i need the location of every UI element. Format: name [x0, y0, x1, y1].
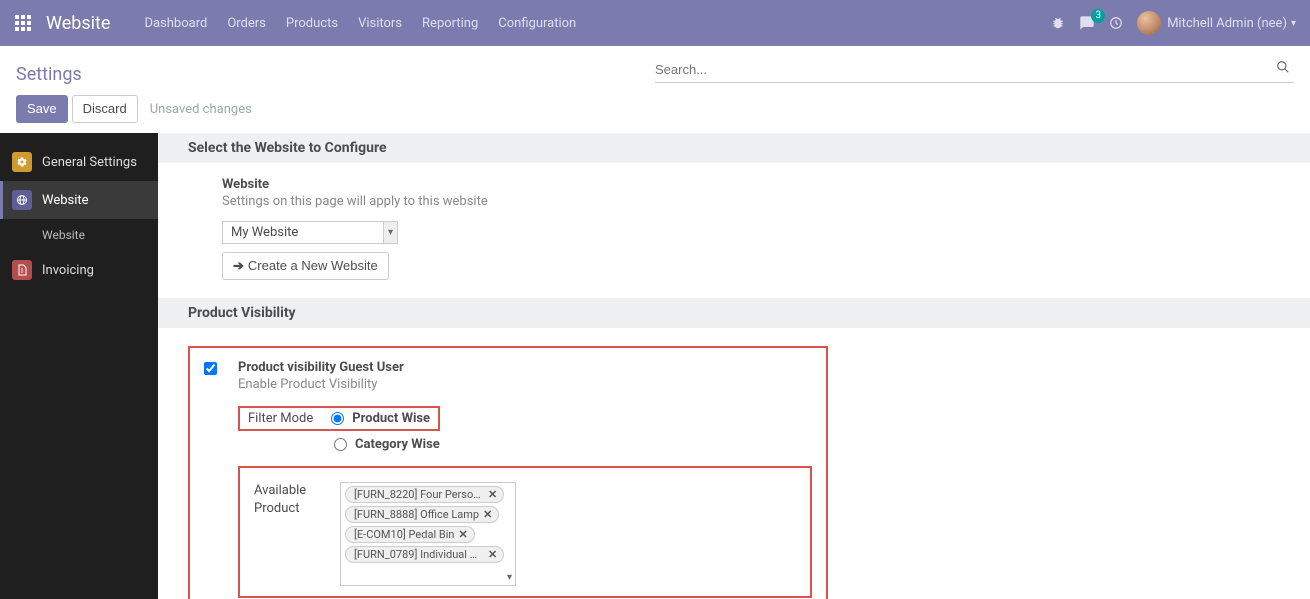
apps-grid-icon — [15, 15, 31, 31]
section-head-visibility: Product Visibility — [158, 298, 1310, 328]
product-tag: [FURN_8220] Four Person … ✕ — [345, 486, 504, 503]
visibility-checkbox[interactable] — [204, 362, 217, 375]
product-tag: [FURN_8888] Office Lamp ✕ — [345, 506, 499, 523]
tag-remove-icon[interactable]: ✕ — [488, 548, 497, 561]
sidebar-label-invoicing: Invoicing — [42, 263, 94, 278]
nav-products[interactable]: Products — [276, 2, 348, 45]
activities-icon[interactable] — [1109, 16, 1123, 30]
available-product-label: Available Product — [254, 482, 320, 518]
app-brand[interactable]: Website — [42, 13, 134, 34]
chevron-down-icon: ▾ — [1291, 18, 1296, 29]
radio-category-wise[interactable] — [334, 438, 347, 451]
tag-remove-icon[interactable]: ✕ — [483, 508, 492, 521]
sidebar-item-general[interactable]: General Settings — [0, 143, 158, 181]
control-panel: Settings Save Discard Unsaved changes — [0, 46, 1310, 133]
product-tag: [E-COM10] Pedal Bin ✕ — [345, 526, 475, 543]
top-menu: Dashboard Orders Products Visitors Repor… — [134, 2, 586, 45]
sidebar-item-website[interactable]: Website — [0, 181, 158, 219]
website-select-value: My Website — [231, 225, 298, 240]
avatar — [1137, 11, 1161, 35]
website-field-label: Website — [222, 177, 902, 192]
tag-dropdown-caret[interactable]: ▾ — [507, 572, 512, 583]
search-icon[interactable] — [1272, 60, 1294, 78]
messages-badge: 3 — [1091, 9, 1105, 23]
create-website-button[interactable]: ➔ Create a New Website — [222, 252, 389, 280]
highlight-filter-mode: Filter Mode Product Wise — [238, 406, 440, 431]
settings-sidebar: General Settings Website Website $ Invoi… — [0, 133, 158, 599]
search-bar[interactable] — [655, 56, 1294, 83]
radio-product-wise-label[interactable]: Product Wise — [352, 411, 430, 426]
website-field-sub: Settings on this page will apply to this… — [222, 194, 902, 209]
arrow-right-icon: ➔ — [233, 257, 244, 275]
globe-icon — [12, 190, 32, 210]
nav-dashboard[interactable]: Dashboard — [134, 2, 217, 45]
unsaved-status: Unsaved changes — [150, 102, 252, 117]
visibility-title: Product visibility Guest User — [238, 360, 812, 375]
invoice-icon: $ — [12, 260, 32, 280]
discard-button[interactable]: Discard — [72, 95, 138, 123]
user-menu[interactable]: Mitchell Admin (nee) ▾ — [1137, 11, 1296, 35]
search-input[interactable] — [655, 62, 1272, 77]
nav-reporting[interactable]: Reporting — [412, 2, 488, 45]
tag-remove-icon[interactable]: ✕ — [458, 528, 467, 541]
sidebar-label-website-child: Website — [42, 228, 85, 242]
svg-text:$: $ — [21, 268, 24, 275]
sidebar-label-website: Website — [42, 193, 89, 208]
nav-visitors[interactable]: Visitors — [348, 2, 412, 45]
sidebar-label-general: General Settings — [42, 155, 137, 170]
website-select[interactable]: My Website ▾ — [222, 221, 398, 244]
chevron-down-icon: ▾ — [383, 222, 397, 243]
product-tag: [FURN_0789] Individual Wo… ✕ — [345, 546, 504, 563]
sidebar-item-invoicing[interactable]: $ Invoicing — [0, 251, 158, 289]
main: General Settings Website Website $ Invoi… — [0, 133, 1310, 599]
highlight-visibility-block: Product visibility Guest User Enable Pro… — [188, 346, 828, 599]
nav-configuration[interactable]: Configuration — [488, 2, 586, 45]
messages-icon[interactable]: 3 — [1079, 15, 1095, 31]
page-title: Settings — [16, 56, 655, 85]
apps-launcher[interactable] — [8, 8, 38, 38]
radio-product-wise[interactable] — [331, 412, 344, 425]
nav-orders[interactable]: Orders — [217, 2, 276, 45]
systray: 3 Mitchell Admin (nee) ▾ — [1051, 11, 1302, 35]
settings-content: Select the Website to Configure Website … — [158, 133, 1310, 599]
top-navbar: Website Dashboard Orders Products Visito… — [0, 0, 1310, 46]
available-product-tagbox[interactable]: [FURN_8220] Four Person … ✕ [FURN_8888] … — [340, 482, 516, 586]
highlight-available-products: Available Product [FURN_8220] Four Perso… — [238, 466, 812, 598]
sidebar-subitem-website[interactable]: Website — [0, 219, 158, 251]
section-head-select-website: Select the Website to Configure — [158, 133, 1310, 163]
debug-icon[interactable] — [1051, 16, 1065, 30]
user-name: Mitchell Admin (nee) — [1167, 16, 1287, 31]
create-website-label: Create a New Website — [248, 257, 378, 275]
visibility-sub: Enable Product Visibility — [238, 377, 812, 392]
save-button[interactable]: Save — [16, 95, 68, 123]
radio-category-wise-label[interactable]: Category Wise — [355, 437, 440, 452]
tag-remove-icon[interactable]: ✕ — [488, 488, 497, 501]
filter-mode-label: Filter Mode — [248, 411, 313, 426]
gear-icon — [12, 152, 32, 172]
